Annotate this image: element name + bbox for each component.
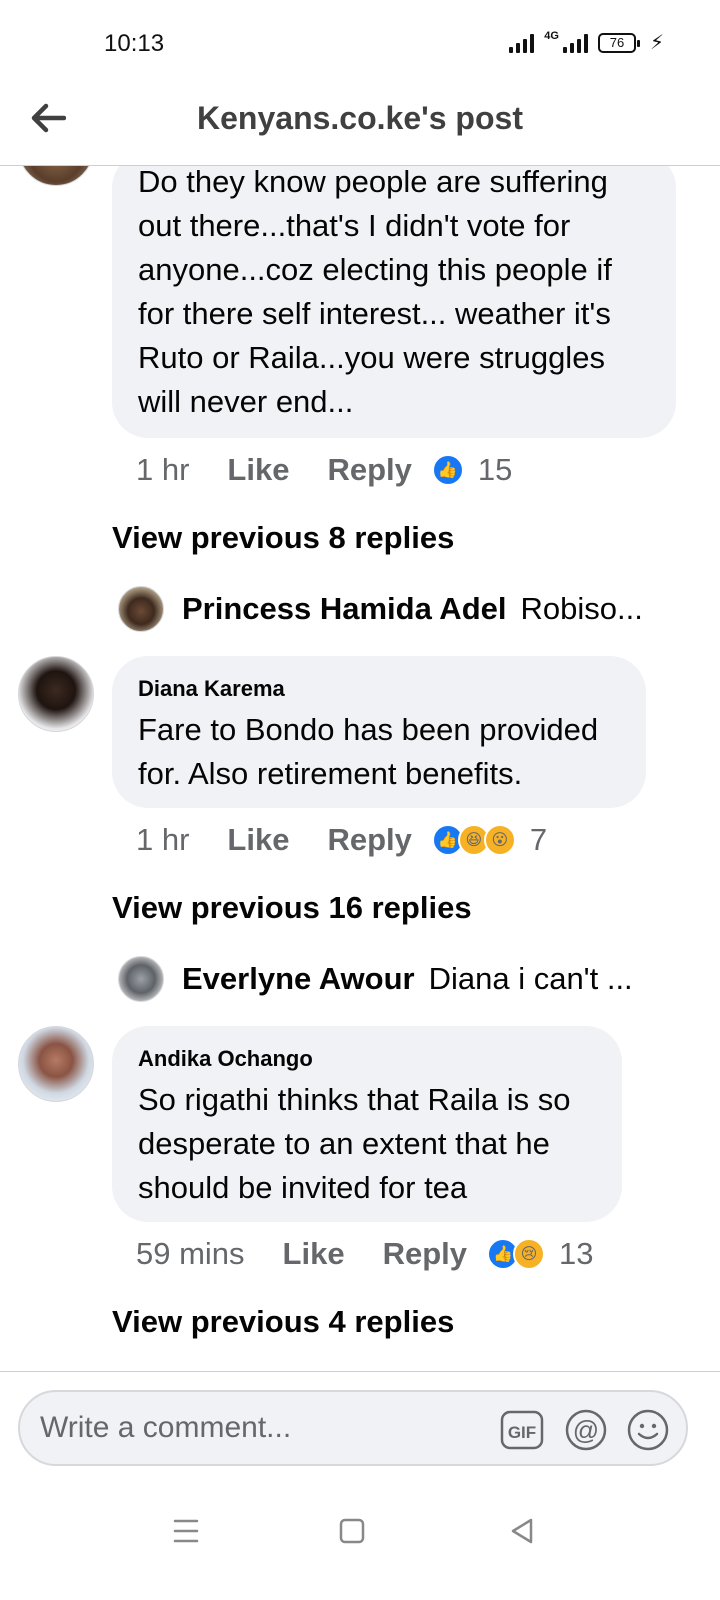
reactions[interactable]: 👍 😢 13 <box>487 1236 593 1272</box>
emoji-button[interactable] <box>626 1408 670 1452</box>
like-button[interactable]: Like <box>227 452 289 488</box>
comment-time[interactable]: 59 mins <box>136 1236 245 1272</box>
comment-actions: 1 hr Like Reply 👍 😆 😮 7 <box>136 822 547 858</box>
page-title: Kenyans.co.ke's post <box>197 100 523 136</box>
sad-reaction-icon: 😢 <box>513 1238 545 1270</box>
comment-bubble[interactable]: Andika Ochango So rigathi thinks that Ra… <box>112 1026 622 1222</box>
reply-author: Princess Hamida Adel <box>182 591 507 626</box>
avatar[interactable] <box>18 1026 94 1102</box>
reactions[interactable]: 👍 😆 😮 7 <box>431 822 548 858</box>
triangle-back-icon <box>511 1518 533 1544</box>
comment-time[interactable]: 1 hr <box>136 822 189 858</box>
like-button[interactable]: Like <box>227 822 289 858</box>
avatar[interactable] <box>18 656 94 732</box>
charging-icon: ⚡ <box>649 32 664 54</box>
comment-actions: 1 hr Like Reply 👍 15 <box>136 452 512 488</box>
gif-icon: GIF <box>500 1410 544 1450</box>
view-previous-replies[interactable]: View previous 16 replies <box>112 890 472 926</box>
nav-back-button[interactable] <box>500 1509 544 1553</box>
network-label: 4G <box>544 29 559 42</box>
reaction-count: 13 <box>559 1236 594 1271</box>
comment-text: Do they know people are suffering out th… <box>138 166 612 419</box>
comment-time[interactable]: 1 hr <box>136 452 189 488</box>
svg-text:@: @ <box>573 1415 599 1445</box>
comment-actions: 59 mins Like Reply 👍 😢 13 <box>136 1236 593 1272</box>
avatar <box>118 586 164 632</box>
battery-icon: 76 <box>597 32 640 53</box>
comment-text: Fare to Bondo has been provided for. Als… <box>138 712 599 791</box>
svg-text:GIF: GIF <box>508 1423 536 1442</box>
reactions[interactable]: 👍 15 <box>431 452 513 488</box>
reply-text: Robiso... <box>520 591 643 626</box>
wow-reaction-icon: 😮 <box>483 824 516 856</box>
status-icons: 4G 76 ⚡ <box>509 30 664 55</box>
comment-text: So rigathi thinks that Raila is so despe… <box>138 1082 571 1205</box>
reply-text: Diana i can't ... <box>428 961 633 996</box>
square-icon <box>339 1518 365 1544</box>
view-previous-replies[interactable]: View previous 8 replies <box>112 520 454 556</box>
signal-icon <box>509 33 535 53</box>
view-previous-replies[interactable]: View previous 4 replies <box>112 1304 454 1340</box>
mention-button[interactable]: @ <box>564 1408 608 1452</box>
reply-button[interactable]: Reply <box>383 1236 467 1272</box>
status-bar: 10:13 4G 76 ⚡ <box>0 0 720 88</box>
comment-composer: GIF @ <box>0 1371 720 1481</box>
reaction-count: 7 <box>529 822 548 857</box>
reply-button[interactable]: Reply <box>327 822 411 858</box>
like-button[interactable]: Like <box>283 1236 345 1272</box>
signal-icon-2 <box>562 33 588 53</box>
at-icon: @ <box>565 1409 607 1451</box>
post-header: Kenyans.co.ke's post <box>0 88 720 166</box>
battery-level: 76 <box>609 35 625 50</box>
nav-menu-button[interactable] <box>164 1509 208 1553</box>
smiley-icon <box>627 1409 669 1451</box>
system-nav-bar <box>0 1481 720 1600</box>
reply-preview[interactable]: Everlyne Awour Diana i can't ... <box>118 956 633 1002</box>
reply-preview[interactable]: Princess Hamida Adel Robiso... <box>118 586 643 632</box>
comment-author[interactable]: Andika Ochango <box>138 1046 596 1072</box>
comment-author[interactable]: Diana Karema <box>138 676 620 702</box>
reply-author: Everlyne Awour <box>182 961 415 996</box>
like-reaction-icon: 👍 <box>431 454 464 486</box>
comment-input-container[interactable]: GIF @ <box>18 1390 688 1466</box>
status-time: 10:13 <box>104 30 165 57</box>
reaction-count: 15 <box>477 452 513 487</box>
reply-button[interactable]: Reply <box>327 452 411 488</box>
comments-list[interactable]: Do they know people are suffering out th… <box>0 166 720 1371</box>
menu-icon <box>173 1519 199 1543</box>
gif-button[interactable]: GIF <box>500 1408 544 1452</box>
avatar[interactable] <box>18 166 94 186</box>
comment-bubble[interactable]: Diana Karema Fare to Bondo has been prov… <box>112 656 646 808</box>
nav-home-button[interactable] <box>330 1509 374 1553</box>
comment-input[interactable] <box>40 1406 480 1450</box>
avatar <box>118 956 164 1002</box>
comment-bubble[interactable]: Do they know people are suffering out th… <box>112 166 676 438</box>
